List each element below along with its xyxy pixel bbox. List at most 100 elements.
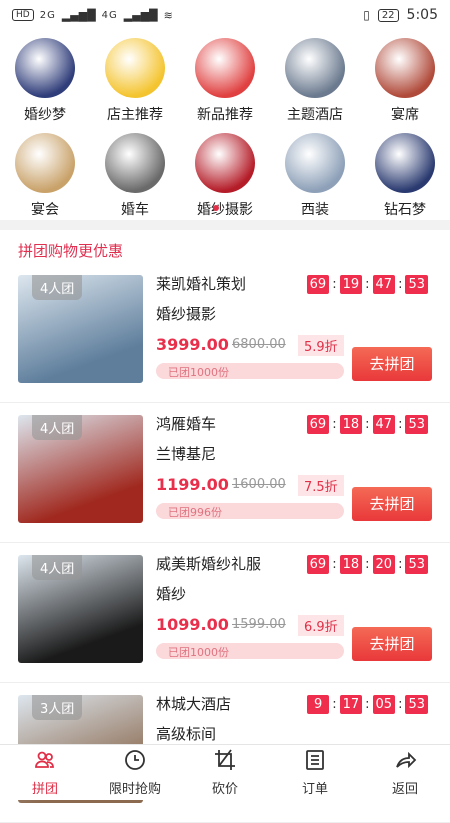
category-label: 婚车 — [121, 202, 149, 218]
original-price: 1599.00 — [232, 617, 286, 632]
tab-order[interactable]: 订单 — [270, 745, 360, 800]
discount-badge: 5.9折 — [298, 335, 344, 356]
tab-group[interactable]: 拼团 — [0, 745, 90, 800]
tab-label: 拼团 — [31, 782, 58, 797]
category-item[interactable]: 婚纱摄影 — [180, 125, 270, 220]
deal-subtitle: 兰博基尼 — [156, 445, 217, 463]
discount-badge: 7.5折 — [298, 475, 344, 496]
category-image — [195, 38, 255, 98]
timer-digit: 53 — [405, 695, 428, 714]
group-size-badge: 4人团 — [32, 415, 83, 440]
back-arrow-icon — [393, 748, 417, 776]
hd-chip: HD — [12, 9, 34, 21]
timer-separator: : — [332, 557, 337, 572]
countdown-timer: 9:17:05:53 — [307, 695, 428, 714]
category-item[interactable]: 西装 — [270, 125, 360, 220]
timer-separator: : — [365, 697, 370, 712]
group-size-badge: 4人团 — [32, 555, 83, 580]
category-item[interactable]: 宴会 — [0, 125, 90, 220]
tab-label: 返回 — [391, 782, 418, 797]
tab-label: 砍价 — [211, 782, 238, 797]
tab-crop[interactable]: 砍价 — [180, 745, 270, 800]
category-item[interactable]: 新品推荐 — [180, 30, 270, 125]
group-size-badge: 3人团 — [32, 695, 83, 720]
timer-separator: : — [398, 697, 403, 712]
category-label: 新品推荐 — [197, 107, 253, 123]
crop-icon — [213, 748, 237, 776]
group-icon — [33, 748, 57, 776]
bottom-tab-bar: 拼团 限时抢购 砍价 订单 返回 — [0, 744, 450, 800]
category-image — [195, 133, 255, 193]
deal-subtitle: 婚纱摄影 — [156, 305, 217, 323]
category-item[interactable]: 店主推荐 — [90, 30, 180, 125]
category-image — [285, 133, 345, 193]
countdown-timer: 69:19:47:53 — [306, 275, 428, 294]
deal-subtitle: 婚纱 — [156, 585, 187, 603]
timer-separator: : — [332, 277, 337, 292]
timer-digit: 18 — [339, 555, 363, 574]
clock-icon — [123, 748, 147, 776]
vibrate-icon: ▯ — [363, 8, 370, 22]
category-image — [105, 133, 165, 193]
category-item[interactable]: 婚车 — [90, 125, 180, 220]
category-label: 婚纱摄影 — [197, 202, 253, 218]
signal-icon: ▂▄▆█ — [61, 8, 96, 22]
tab-back-arrow[interactable]: 返回 — [360, 745, 450, 800]
deal-item[interactable]: 4人团 莱凯婚礼策划 婚纱摄影 69:19:47:53 3999.00 6800.00 5.… — [0, 263, 450, 403]
sold-count: 已团1000份 — [156, 643, 344, 659]
timer-digit: 53 — [405, 415, 428, 434]
timer-separator: : — [398, 417, 403, 432]
tab-clock[interactable]: 限时抢购 — [90, 745, 180, 800]
category-label: 钻石梦 — [384, 202, 426, 218]
sold-count: 已团1000份 — [156, 363, 344, 379]
original-price: 6800.00 — [232, 337, 286, 352]
deal-thumbnail: 4人团 — [18, 275, 143, 383]
deal-title: 莱凯婚礼策划 — [156, 275, 247, 293]
tab-label: 限时抢购 — [108, 782, 161, 797]
deal-thumbnail: 4人团 — [18, 415, 143, 523]
category-item[interactable]: 钻石梦 — [360, 125, 450, 220]
timer-digit: 17 — [339, 695, 363, 714]
timer-separator: : — [365, 557, 370, 572]
tab-label: 订单 — [301, 782, 328, 797]
timer-digit: 19 — [339, 275, 363, 294]
deal-title: 威美斯婚纱礼服 — [156, 555, 262, 573]
timer-digit: 20 — [372, 555, 396, 574]
group-size-badge: 4人团 — [32, 275, 83, 300]
deal-title: 鸿雁婚车 — [156, 415, 217, 433]
timer-separator: : — [398, 557, 403, 572]
timer-separator: : — [332, 417, 337, 432]
discount-badge: 6.9折 — [298, 615, 344, 636]
original-price: 1600.00 — [232, 477, 286, 492]
category-label: 宴席 — [391, 107, 419, 123]
deal-thumbnail: 4人团 — [18, 555, 143, 663]
signal-icon: ▂▄▆█ — [123, 8, 158, 22]
wifi-icon: ≋ — [163, 8, 173, 22]
timer-digit: 53 — [405, 275, 428, 294]
section-title: 拼团购物更优惠 — [18, 242, 124, 260]
category-image — [15, 133, 75, 193]
category-image — [15, 38, 75, 98]
deal-item[interactable]: 4人团 威美斯婚纱礼服 婚纱 69:18:20:53 1099.00 1599.00 6.9… — [0, 543, 450, 683]
status-bar: HD 2G ▂▄▆█ 4G ▂▄▆█ ≋ ▯ 22 5:05 — [0, 0, 450, 30]
category-item[interactable]: 宴席 — [360, 30, 450, 125]
timer-separator: : — [332, 697, 337, 712]
category-label: 主题酒店 — [287, 107, 343, 123]
category-item[interactable]: 主题酒店 — [270, 30, 360, 125]
countdown-timer: 69:18:20:53 — [306, 555, 428, 574]
timer-digit: 69 — [306, 555, 330, 574]
join-group-button[interactable]: 去拼团 — [352, 487, 432, 521]
category-image — [105, 38, 165, 98]
category-item[interactable]: 婚纱梦 — [0, 30, 90, 125]
timer-digit: 47 — [372, 415, 396, 434]
deal-title: 林城大酒店 — [156, 695, 232, 713]
timer-digit: 18 — [339, 415, 363, 434]
countdown-timer: 69:18:47:53 — [306, 415, 428, 434]
category-label: 婚纱梦 — [24, 107, 66, 123]
timer-digit: 05 — [372, 695, 396, 714]
join-group-button[interactable]: 去拼团 — [352, 347, 432, 381]
category-image — [375, 38, 435, 98]
join-group-button[interactable]: 去拼团 — [352, 627, 432, 661]
deal-item[interactable]: 4人团 鸿雁婚车 兰博基尼 69:18:47:53 1199.00 1600.00 7.5折… — [0, 403, 450, 543]
timer-separator: : — [398, 277, 403, 292]
